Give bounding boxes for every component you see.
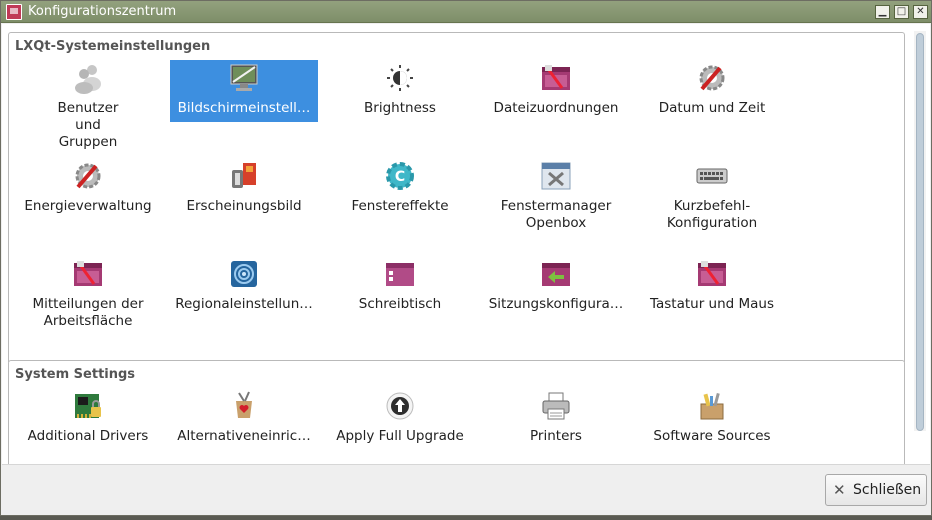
close-button-label: Schließen bbox=[853, 482, 922, 498]
monitor-icon bbox=[230, 64, 258, 91]
window: Konfigurationszentrum ▁ □ ✕ LXQt-Systeme… bbox=[0, 0, 932, 516]
svg-text:C: C bbox=[395, 169, 405, 185]
session-icon bbox=[542, 263, 570, 286]
item-label: Tastatur und Maus bbox=[649, 296, 775, 312]
preferences-icon bbox=[74, 261, 102, 286]
tools-icon bbox=[699, 65, 725, 91]
settings-item-printers[interactable]: Printers bbox=[482, 388, 630, 450]
close-window-button[interactable]: ✕ bbox=[913, 5, 928, 19]
section-title: LXQt-Systemeinstellungen bbox=[15, 39, 215, 54]
minimize-button[interactable]: ▁ bbox=[875, 5, 890, 19]
item-label: Software Sources bbox=[653, 428, 771, 444]
item-label: Kurzbefehl-Konfiguration bbox=[666, 198, 758, 231]
item-label: Benutzer und Gruppen bbox=[57, 100, 119, 150]
settings-item-mitteilungen[interactable]: Mitteilungen der Arbeitsfläche bbox=[14, 256, 162, 329]
appearance-icon bbox=[232, 163, 256, 188]
gear-icon: C bbox=[386, 162, 414, 190]
settings-item-erscheinungsbild[interactable]: Erscheinungsbild bbox=[170, 158, 318, 220]
settings-item-alternatives[interactable]: Alternativeneinric… bbox=[170, 388, 318, 450]
close-button[interactable]: ✕ Schließen bbox=[825, 474, 927, 506]
item-label: Printers bbox=[530, 428, 582, 444]
upgrade-icon bbox=[386, 392, 414, 420]
dialog-footer: ✕ Schließen bbox=[2, 464, 930, 515]
preferences-icon bbox=[542, 65, 570, 90]
settings-item-fenstereffekte[interactable]: C Fenstereffekte bbox=[326, 158, 474, 220]
item-label: Alternativeneinric… bbox=[177, 428, 311, 444]
vertical-scrollbar[interactable] bbox=[914, 31, 926, 431]
drivers-icon bbox=[75, 394, 101, 418]
section-title: System Settings bbox=[15, 367, 140, 382]
settings-item-brightness[interactable]: Brightness bbox=[326, 60, 474, 122]
settings-item-sitzung[interactable]: Sitzungskonfigura… bbox=[482, 256, 630, 318]
keyboard-icon bbox=[696, 168, 728, 184]
settings-item-openbox[interactable]: Fenstermanager Openbox bbox=[482, 158, 630, 231]
item-label: Schreibtisch bbox=[358, 296, 442, 312]
close-icon: ✕ bbox=[833, 481, 846, 499]
settings-item-drivers[interactable]: Additional Drivers bbox=[14, 388, 162, 450]
tools-icon bbox=[75, 163, 101, 189]
item-label: Fenstereffekte bbox=[351, 198, 449, 214]
preferences-icon bbox=[698, 261, 726, 286]
item-label: Additional Drivers bbox=[27, 428, 149, 444]
settings-item-software-sources[interactable]: Software Sources bbox=[638, 388, 786, 450]
item-label: Dateizuordnungen bbox=[493, 100, 619, 116]
title-bar[interactable]: Konfigurationszentrum ▁ □ ✕ bbox=[1, 1, 931, 23]
settings-list: LXQt-Systemeinstellungen Benutzer und Gr… bbox=[2, 24, 930, 464]
alternatives-icon bbox=[236, 391, 252, 418]
item-label: Bildschirmeinstell… bbox=[177, 100, 311, 116]
settings-item-datum[interactable]: Datum und Zeit bbox=[638, 60, 786, 122]
window-manager-icon bbox=[541, 162, 571, 190]
settings-item-regional[interactable]: Regionaleinstellun… bbox=[170, 256, 318, 318]
app-icon bbox=[6, 4, 22, 20]
scrollbar-thumb[interactable] bbox=[916, 33, 924, 431]
item-label: Sitzungskonfigura… bbox=[488, 296, 624, 312]
settings-item-tastatur[interactable]: Tastatur und Maus bbox=[638, 256, 786, 318]
software-sources-icon bbox=[700, 392, 724, 420]
settings-item-schreibtisch[interactable]: Schreibtisch bbox=[326, 256, 474, 318]
printer-icon bbox=[542, 392, 570, 420]
settings-item-energie[interactable]: Energieverwaltung bbox=[14, 158, 162, 220]
item-label: Brightness bbox=[364, 100, 436, 116]
item-label: Fenstermanager Openbox bbox=[500, 198, 612, 231]
item-label: Energieverwaltung bbox=[24, 198, 152, 214]
region-icon bbox=[231, 261, 257, 287]
maximize-button[interactable]: □ bbox=[894, 5, 909, 19]
item-label: Apply Full Upgrade bbox=[336, 428, 464, 444]
item-label: Regionaleinstellun… bbox=[175, 296, 313, 312]
item-label: Mitteilungen der Arbeitsfläche bbox=[32, 296, 144, 329]
users-icon bbox=[75, 65, 101, 94]
settings-item-benutzer[interactable]: Benutzer und Gruppen bbox=[14, 60, 162, 150]
brightness-icon bbox=[387, 65, 413, 91]
settings-item-kurzbefehl[interactable]: Kurzbefehl-Konfiguration bbox=[638, 158, 786, 231]
settings-item-upgrade[interactable]: Apply Full Upgrade bbox=[326, 388, 474, 450]
desktop-icon bbox=[386, 263, 414, 286]
item-label: Erscheinungsbild bbox=[186, 198, 302, 214]
settings-item-dateizuordnungen[interactable]: Dateizuordnungen bbox=[482, 60, 630, 122]
settings-item-bildschirm[interactable]: Bildschirmeinstell… bbox=[170, 60, 318, 122]
window-title: Konfigurationszentrum bbox=[28, 4, 177, 19]
item-label: Datum und Zeit bbox=[658, 100, 766, 116]
